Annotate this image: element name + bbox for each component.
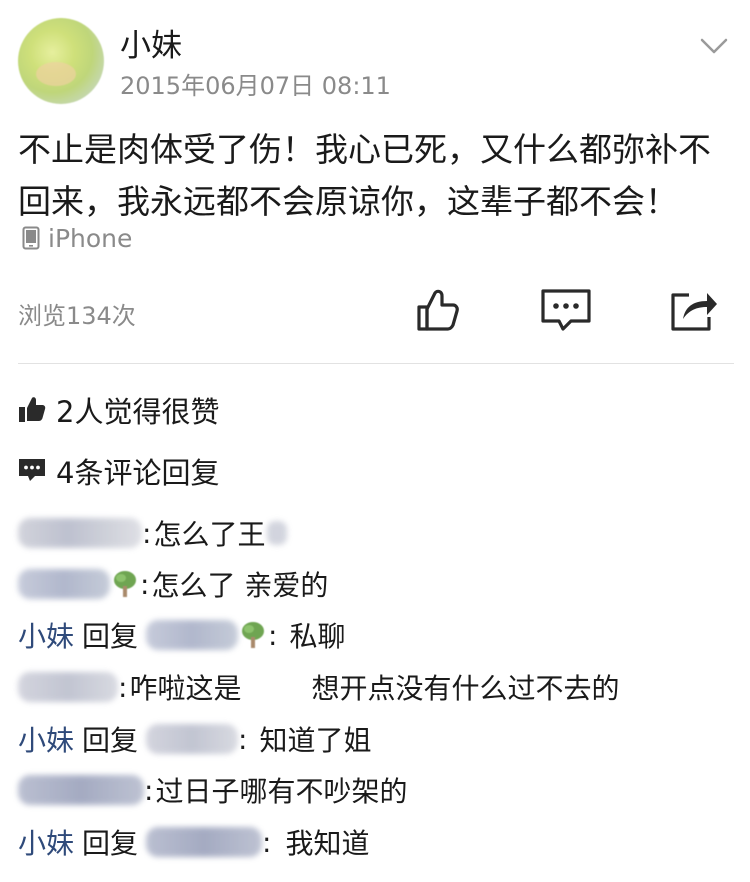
author-name[interactable]: 小妹 [120, 20, 182, 65]
commenter-name-blurred[interactable] [18, 518, 142, 548]
post-content: 不止是肉体受了伤！我心已死，又什么都弥补不回来，我永远都不会原谅你，这辈子都不会… [18, 130, 711, 221]
comment-text: 咋啦这是 [129, 672, 242, 705]
commenter-name-blurred[interactable] [18, 672, 118, 702]
commenter-name-blurred[interactable] [18, 775, 144, 805]
comment-filled-icon [19, 459, 45, 481]
comment-item[interactable]: 小妹 回复 : 知道了姐 [18, 717, 371, 761]
comment-item[interactable]: : 咋啦这是 想开点没有什么过不去的 [18, 665, 619, 709]
comment-item[interactable]: 小妹 回复 : 私聊 [18, 613, 345, 657]
comment-text: 知道了姐 [259, 724, 372, 757]
commenter-name-blurred[interactable] [18, 569, 110, 599]
comment-item[interactable]: : 过日子哪有不吵架的 [18, 768, 407, 812]
post-detail-page: 小妹 2015年06月07日 08:11 不止是肉体受了伤！我心已死，又什么都弥… [0, 0, 750, 882]
likes-summary-text: 2人觉得很赞 [56, 395, 220, 429]
divider [18, 363, 734, 364]
device-label: iPhone [48, 223, 133, 253]
like-button[interactable] [408, 282, 468, 338]
thumbs-up-icon [417, 289, 459, 331]
reply-target-name-blurred[interactable] [146, 620, 239, 650]
tree-emoji-icon [114, 571, 136, 597]
phone-icon [22, 226, 40, 250]
comment-text: 怎么了 亲爱的 [151, 569, 329, 602]
avatar[interactable] [18, 18, 104, 104]
comment-text-continued: 想开点没有什么过不去的 [311, 672, 620, 705]
reply-label: 回复 [82, 724, 139, 757]
likes-summary[interactable]: 2人觉得很赞 [18, 390, 219, 430]
redacted-text [267, 521, 288, 545]
comment-text: 我知道 [285, 827, 370, 860]
comments-summary[interactable]: 4条评论回复 [18, 451, 219, 491]
post-timestamp: 2015年06月07日 08:11 [120, 72, 391, 100]
comment-item[interactable]: : 怎么了 亲爱的 [18, 562, 328, 606]
commenter-name[interactable]: 小妹 [18, 822, 74, 862]
view-count: 浏览134次 [18, 302, 136, 330]
reply-label: 回复 [82, 620, 139, 653]
comment-text: 过日子哪有不吵架的 [155, 775, 408, 808]
chevron-down-icon[interactable] [698, 34, 730, 58]
comment-text: 怎么了王 [153, 518, 266, 551]
reply-label: 回复 [82, 827, 139, 860]
thumbs-up-filled-icon [19, 397, 46, 422]
comment-item[interactable]: 小妹 回复 : 我知道 [18, 820, 369, 864]
device-source: iPhone [22, 221, 132, 255]
comment-bubble-icon [541, 289, 591, 331]
share-button[interactable] [664, 282, 724, 338]
comments-summary-text: 4条评论回复 [56, 456, 220, 490]
comment-text: 私聊 [289, 620, 346, 653]
comment-item[interactable]: : 怎么了王 [18, 511, 288, 555]
reply-target-name-blurred[interactable] [146, 827, 263, 857]
commenter-name[interactable]: 小妹 [18, 615, 74, 655]
reply-target-name-blurred[interactable] [146, 724, 239, 754]
commenter-name[interactable]: 小妹 [18, 719, 74, 759]
share-icon [671, 293, 717, 331]
comment-button[interactable] [536, 282, 596, 338]
tree-emoji-icon [242, 622, 265, 648]
